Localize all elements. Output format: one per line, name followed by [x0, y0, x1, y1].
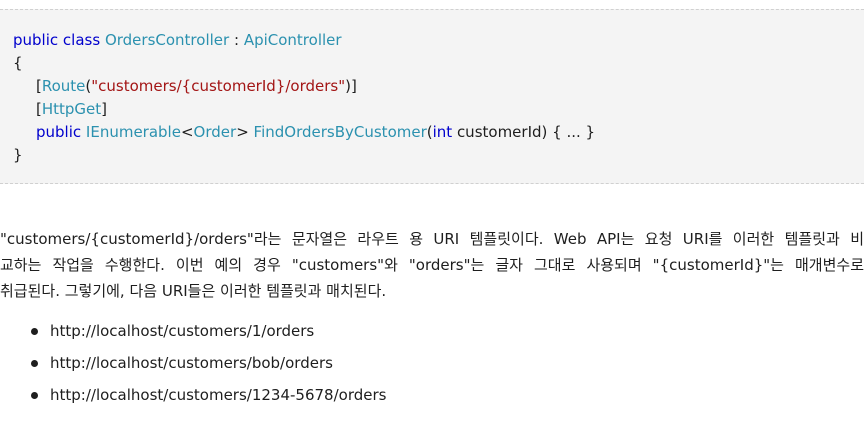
paragraph-line-2: 교하는 작업을 수행한다. 이번 예의 경우 "customers"와 "ord…	[0, 256, 864, 274]
keyword-public: public	[13, 31, 59, 49]
colon: :	[233, 31, 240, 49]
code-block: public class OrdersController : ApiContr…	[0, 9, 864, 184]
return-type: IEnumerable	[85, 123, 181, 141]
method-name: FindOrdersByCustomer	[253, 123, 427, 141]
attr-close: )]	[345, 77, 357, 95]
bullet-icon	[31, 328, 38, 335]
keyword-class: class	[62, 31, 101, 49]
bullet-icon	[31, 392, 38, 399]
matching-uri-list: http://localhost/customers/1/orders http…	[0, 318, 386, 414]
generic-close: >	[236, 123, 249, 141]
paragraph-line-1: "customers/{customerId}/orders"라는 문자열은 라…	[0, 230, 864, 248]
list-item: http://localhost/customers/1/orders	[0, 318, 386, 350]
code-route-attribute: [Route("customers/{customerId}/orders")]	[36, 75, 357, 97]
generic-type: Order	[193, 123, 237, 141]
explanation-paragraph: "customers/{customerId}/orders"라는 문자열은 라…	[0, 226, 864, 304]
generic-open: <	[180, 123, 194, 141]
list-item: http://localhost/customers/1234-5678/ord…	[0, 382, 386, 414]
class-name: OrdersController	[104, 31, 230, 49]
code-method-signature: public IEnumerable<Order> FindOrdersByCu…	[36, 121, 595, 143]
code-class-declaration: public class OrdersController : ApiContr…	[13, 29, 342, 51]
keyword-public: public	[36, 123, 82, 141]
uri-text: http://localhost/customers/bob/orders	[50, 354, 333, 372]
route-attribute-name: Route	[41, 77, 86, 95]
uri-text: http://localhost/customers/1234-5678/ord…	[50, 386, 387, 404]
paragraph-line-3: 취급된다. 그렇기에, 다음 URI들은 이러한 템플릿과 매치된다.	[0, 282, 387, 300]
uri-text: http://localhost/customers/1/orders	[50, 322, 315, 340]
attr-close-bracket: ]	[101, 100, 108, 118]
code-close-brace: }	[13, 146, 23, 164]
param-type: int	[432, 123, 453, 141]
list-item: http://localhost/customers/bob/orders	[0, 350, 386, 382]
base-class-name: ApiController	[243, 31, 342, 49]
code-open-brace: {	[13, 54, 23, 72]
bullet-icon	[31, 360, 38, 367]
route-template-string: "customers/{customerId}/orders"	[91, 77, 346, 95]
param-rest: customerId) { ... }	[452, 123, 596, 141]
code-httpget-attribute: [HttpGet]	[36, 98, 107, 120]
httpget-attribute-name: HttpGet	[41, 100, 102, 118]
